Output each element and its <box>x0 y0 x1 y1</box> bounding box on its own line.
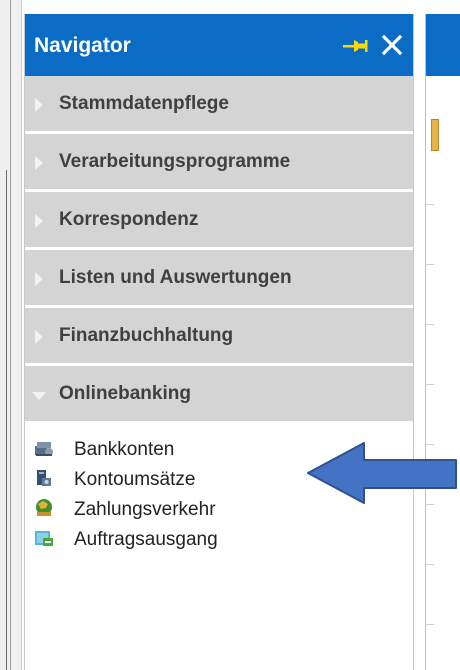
section-label: Verarbeitungsprogramme <box>59 151 291 172</box>
row-separator <box>426 324 434 325</box>
edge-line <box>21 0 22 670</box>
selection-marker <box>431 119 439 151</box>
pin-icon[interactable] <box>341 36 369 56</box>
row-separator <box>426 564 434 565</box>
edge-line <box>10 0 11 670</box>
payments-icon <box>36 499 52 516</box>
row-separator <box>426 264 434 265</box>
section-label: Stammdatenpflege <box>59 93 229 114</box>
edge-line <box>6 170 7 670</box>
nav-item-label: Zahlungsverkehr <box>74 499 216 520</box>
chevron-right-icon <box>35 330 43 344</box>
chevron-right-icon <box>35 156 43 170</box>
chevron-right-icon <box>35 98 43 112</box>
navigator-panel: Navigator Stammdatenpflege Verarbeitungs… <box>24 14 414 670</box>
section-label: Korrespondenz <box>59 209 199 230</box>
section-verarbeitungsprogramme[interactable]: Verarbeitungsprogramme <box>25 134 413 192</box>
section-label: Finanzbuchhaltung <box>59 325 234 346</box>
nav-item-label: Bankkonten <box>74 439 175 460</box>
section-label: Onlinebanking <box>59 383 191 404</box>
row-separator <box>426 624 434 625</box>
adjacent-panel-header <box>426 14 460 76</box>
section-listen-und-auswertungen[interactable]: Listen und Auswertungen <box>25 250 413 308</box>
navigator-title: Navigator <box>34 34 131 57</box>
row-separator <box>426 204 434 205</box>
order-outbox-icon <box>35 531 53 546</box>
row-separator <box>426 384 434 385</box>
account-transactions-icon <box>37 470 51 486</box>
nav-item-label: Auftragsausgang <box>74 529 218 550</box>
chevron-down-icon <box>32 392 46 400</box>
window-left-edge <box>0 0 22 670</box>
section-onlinebanking[interactable]: Onlinebanking <box>25 366 413 424</box>
chevron-right-icon <box>35 272 43 286</box>
section-korrespondenz[interactable]: Korrespondenz <box>25 192 413 250</box>
bank-accounts-icon <box>35 442 53 456</box>
pointer-arrow-icon <box>307 442 457 504</box>
section-label: Listen und Auswertungen <box>59 267 292 288</box>
section-stammdatenpflege[interactable]: Stammdatenpflege <box>25 76 413 134</box>
navigator-header: Navigator <box>25 14 413 76</box>
chevron-right-icon <box>35 214 43 228</box>
nav-item-label: Kontoumsätze <box>74 469 196 490</box>
section-finanzbuchhaltung[interactable]: Finanzbuchhaltung <box>25 308 413 366</box>
adjacent-panel <box>425 14 460 670</box>
close-icon[interactable] <box>379 32 405 58</box>
